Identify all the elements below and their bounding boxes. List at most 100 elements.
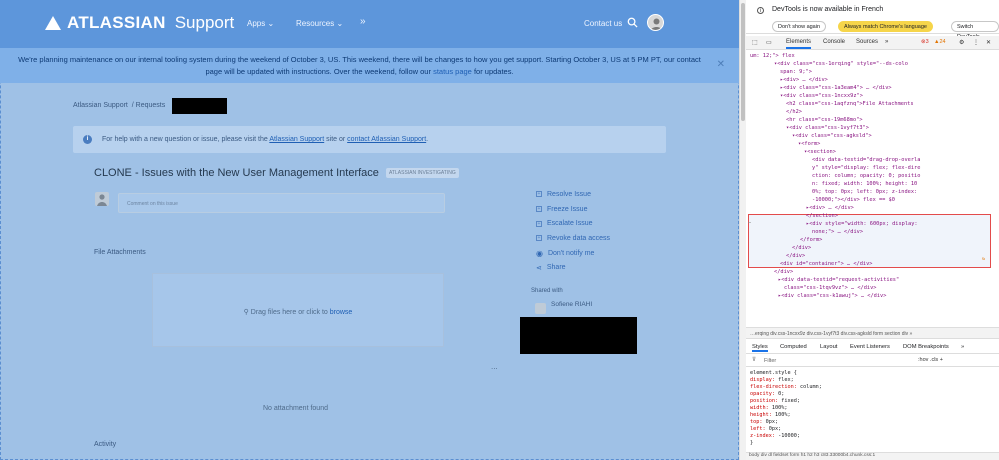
tab-layout[interactable]: Layout	[820, 344, 837, 350]
tab-dom-breakpoints[interactable]: DOM Breakpoints	[903, 344, 949, 350]
dom-node-line[interactable]: </form>	[800, 236, 822, 244]
search-icon[interactable]	[627, 17, 638, 28]
plus-icon: +	[536, 206, 542, 213]
dom-node-line[interactable]: <hr class="css-19m68mo">	[786, 116, 863, 124]
dom-breadcrumb[interactable]: …erqing div.css-1ncxx9z div.css-1vyf7t3 …	[746, 327, 999, 339]
css-rule-line[interactable]: width: 100%;	[750, 405, 822, 412]
status-page-link[interactable]: status page	[433, 67, 472, 76]
css-rule-line[interactable]: opacity: 0;	[750, 391, 822, 398]
dom-node-line[interactable]: -10000;"></div> flex == $0	[812, 196, 895, 204]
dont-notify-button[interactable]: ◉ Don't notify me	[536, 246, 610, 261]
tab-event-listeners[interactable]: Event Listeners	[850, 344, 890, 350]
user-avatar[interactable]	[647, 14, 664, 31]
tab-elements[interactable]: Elements	[786, 39, 812, 49]
pseudo-class-toggles[interactable]: :hov .cls +	[918, 357, 943, 363]
dom-node-line[interactable]: class="css-1tqv9vz"> … </div>	[784, 284, 876, 292]
atlassian-support-link[interactable]: Atlassian Support	[269, 136, 324, 143]
dom-node-line[interactable]: ction: column; opacity: 0; positio	[812, 172, 920, 180]
resources-menu[interactable]: Resources ⌄	[296, 19, 343, 28]
page-scrollbar[interactable]	[739, 0, 746, 460]
chevron-down-icon: ⌄	[336, 19, 344, 28]
file-drop-zone[interactable]: ⚲ Drag files here or click to browse	[152, 273, 444, 347]
css-rule-line[interactable]: height: 100%;	[750, 412, 822, 419]
dom-node-line[interactable]: ▾<section>	[804, 148, 836, 156]
dom-node-line[interactable]: </h2>	[786, 108, 802, 116]
dom-node-line[interactable]: um: 12;"> flex	[750, 52, 795, 60]
dom-node-line[interactable]: ▸<div class="css-k1awuj"> … </div>	[778, 292, 886, 300]
plus-icon: +	[536, 220, 542, 227]
dom-node-line[interactable]: </div>	[792, 244, 811, 252]
scrollbar-thumb[interactable]	[741, 3, 745, 121]
escalate-issue-button[interactable]: + Escalate Issue	[536, 216, 610, 231]
dom-node-line[interactable]: </section>	[806, 212, 838, 220]
warning-count[interactable]: ▲24	[934, 39, 946, 45]
comment-input[interactable]: Comment on this issue	[118, 193, 445, 213]
css-rule-line[interactable]: z-index: -10000;	[750, 433, 822, 440]
filter-input[interactable]: Filter	[764, 358, 776, 364]
css-rule-line[interactable]: display: flex;	[750, 377, 822, 384]
dom-node-line[interactable]: ▸<div> … </div>	[806, 204, 854, 212]
dom-node-line[interactable]: ▾<div class="css-1erqing" style="--ds-co…	[774, 60, 908, 68]
dom-node-line[interactable]: ▾<div class="css-1vyf7t3">	[786, 124, 869, 132]
tab-more[interactable]: »	[885, 39, 888, 45]
css-rule-line[interactable]: position: fixed;	[750, 398, 822, 405]
css-rule-line[interactable]: left: 0px;	[750, 426, 822, 433]
apps-menu[interactable]: Apps ⌄	[247, 19, 274, 28]
dom-node-line[interactable]: span: 9;">	[780, 68, 812, 76]
dom-node-line[interactable]: </div>	[774, 268, 793, 276]
more-options-icon[interactable]: ...	[491, 362, 498, 371]
inspect-icon[interactable]: ⬚	[752, 39, 758, 46]
revoke-data-access-button[interactable]: + Revoke data access	[536, 231, 610, 246]
apps-label: Apps	[247, 19, 266, 28]
filter-icon: ⊽	[752, 357, 757, 363]
close-icon[interactable]: ✕	[986, 39, 991, 46]
dom-node-line[interactable]: 0%; top: 0px; left: 0px; z-index:	[812, 188, 917, 196]
tab-more[interactable]: »	[961, 344, 964, 350]
gear-icon[interactable]: ⚙	[959, 39, 964, 46]
css-rule-line[interactable]: }	[750, 440, 822, 447]
dom-node-line[interactable]: none;"> … </div>	[812, 228, 863, 236]
css-rule-line[interactable]: flex-direction: column;	[750, 384, 822, 391]
dont-show-again-button[interactable]: Don't show again	[772, 21, 827, 32]
dom-node-line[interactable]: ▾<div class="css-1ncxx9z">	[780, 92, 863, 100]
dom-node-line[interactable]: <div id="container"> … </div>	[780, 260, 872, 268]
dom-node-line[interactable]: ▸<div style="width: 600px; display:	[806, 220, 918, 228]
freeze-issue-button[interactable]: + Freeze Issue	[536, 202, 610, 217]
dom-node-line[interactable]: y" style="display: flex; flex-dire	[812, 164, 920, 172]
dom-node-line[interactable]: ▾<div class="css-agksld">	[792, 132, 872, 140]
dom-node-line[interactable]: ▸<div class="css-1a3eam4"> … </div>	[780, 84, 892, 92]
devtools-tabs: ⬚ ▭ Elements Console Sources » ⊗3 ▲24 ⚙ …	[746, 36, 999, 50]
tab-styles[interactable]: Styles	[752, 344, 768, 352]
more-nav[interactable]: »	[360, 16, 366, 27]
atlassian-logo[interactable]: ATLASSIAN Support	[45, 13, 234, 33]
css-rule-line[interactable]: top: 0px;	[750, 419, 822, 426]
tab-console[interactable]: Console	[823, 39, 845, 45]
css-rule-line[interactable]: element.style {	[750, 370, 822, 377]
resolve-issue-button[interactable]: + Resolve Issue	[536, 187, 610, 202]
contact-support-link[interactable]: contact Atlassian Support	[347, 136, 426, 143]
error-count[interactable]: ⊗3	[921, 39, 929, 45]
css-value: fixed;	[778, 398, 800, 404]
switch-devtools-button[interactable]: Switch DevTools	[951, 21, 999, 40]
dom-node-line[interactable]: ▸<div data-testid="request-activities"	[778, 276, 899, 284]
share-button[interactable]: ⋖ Share	[536, 260, 610, 275]
tab-computed[interactable]: Computed	[780, 344, 807, 350]
device-toolbar-icon[interactable]: ▭	[766, 39, 772, 46]
match-language-button[interactable]: Always match Chrome's language	[838, 21, 933, 32]
kebab-menu-icon[interactable]: ⋮	[973, 39, 979, 46]
dom-node-line[interactable]: <h2 class="css-1aqfznq">File Attachments	[786, 100, 914, 108]
browse-link[interactable]: browse	[330, 309, 353, 316]
dom-node-line[interactable]: ▾<form>	[798, 140, 820, 148]
dom-node-line[interactable]: n: fixed; width: 100%; height: 10	[812, 180, 917, 188]
refresh-icon[interactable]: ↻	[982, 255, 985, 263]
breadcrumb-requests[interactable]: Requests	[136, 102, 166, 109]
dom-node-line[interactable]: <div data-testid="drag-drop-overla	[812, 156, 920, 164]
tab-sources[interactable]: Sources	[856, 39, 878, 45]
no-attachment-text: No attachment found	[263, 405, 328, 412]
atlassian-logo-icon	[45, 16, 61, 30]
dom-node-line[interactable]: </div>	[786, 252, 805, 260]
close-icon[interactable]: ✕	[717, 59, 725, 71]
dom-node-line[interactable]: ▸<div> … </div>	[780, 76, 828, 84]
breadcrumb-home[interactable]: Atlassian Support	[73, 102, 128, 109]
contact-us-link[interactable]: Contact us	[584, 19, 622, 28]
